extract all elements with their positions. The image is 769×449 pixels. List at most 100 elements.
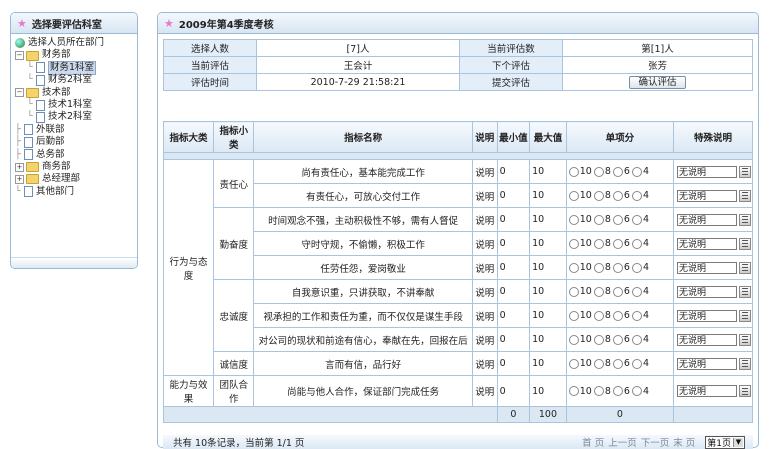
special-note-field: 无说明 — [675, 309, 751, 322]
tree-root[interactable]: 选择人员所在部门 — [15, 37, 137, 49]
score-radio[interactable]: 8 — [593, 310, 611, 321]
score-radio[interactable]: 6 — [612, 286, 630, 297]
score-radio[interactable]: 10 — [568, 386, 592, 397]
score-radio-label: 6 — [623, 262, 630, 273]
confirm-eval-button[interactable]: 确认评估 — [629, 75, 686, 89]
collapse-icon[interactable]: − — [15, 51, 24, 61]
menu-lines-icon[interactable] — [739, 285, 751, 298]
expand-icon[interactable]: + — [15, 174, 24, 184]
expand-icon[interactable]: + — [15, 162, 24, 172]
tree-node-tech-1[interactable]: └ 技术1科室 — [15, 99, 137, 111]
score-radio[interactable]: 10 — [568, 190, 592, 201]
score-radio[interactable]: 6 — [612, 310, 630, 321]
score-radio-label: 6 — [623, 385, 630, 397]
score-radio-label: 10 — [579, 334, 592, 345]
score-radio[interactable]: 6 — [612, 358, 630, 369]
score-radio[interactable]: 4 — [631, 286, 649, 297]
special-note-input[interactable]: 无说明 — [677, 309, 737, 322]
tree-node-other[interactable]: └ 其他部门 — [15, 186, 137, 198]
score-radio-label: 10 — [579, 214, 592, 225]
tree-node-logistics[interactable]: ├ 后勤部 — [15, 136, 137, 148]
indicator-name-cell: 时间观念不强，主动积极性不够，需有人督促 — [253, 207, 473, 232]
score-radio[interactable]: 4 — [631, 386, 649, 397]
tree-node-general[interactable]: ├ 总务部 — [15, 149, 137, 161]
score-radio[interactable]: 10 — [568, 214, 592, 225]
special-note-input[interactable]: 无说明 — [677, 357, 737, 370]
tree-node-tech[interactable]: − 技术部 — [15, 87, 137, 99]
special-note-input[interactable]: 无说明 — [677, 189, 737, 202]
special-note-input[interactable]: 无说明 — [677, 213, 737, 226]
score-radio[interactable]: 4 — [631, 190, 649, 201]
score-radio[interactable]: 10 — [568, 310, 592, 321]
menu-lines-icon[interactable] — [739, 237, 751, 250]
score-radio[interactable]: 10 — [568, 262, 592, 273]
tree-node-business[interactable]: + 商务部 — [15, 161, 137, 173]
tree-node-outreach[interactable]: ├ 外联部 — [15, 124, 137, 136]
menu-lines-icon[interactable] — [739, 357, 751, 370]
special-note-input[interactable]: 无说明 — [677, 165, 737, 178]
special-note-input[interactable]: 无说明 — [677, 237, 737, 250]
special-note-cell: 无说明 — [673, 351, 753, 376]
score-radio-label: 4 — [642, 166, 649, 177]
score-radio[interactable]: 8 — [593, 166, 611, 177]
menu-lines-icon[interactable] — [739, 213, 751, 226]
next-eval-label: 下个评估 — [459, 56, 563, 74]
score-radio[interactable]: 8 — [593, 358, 611, 369]
page-icon — [24, 136, 33, 148]
score-radio[interactable]: 10 — [568, 238, 592, 249]
menu-lines-icon[interactable] — [739, 261, 751, 274]
page-select[interactable]: 第1页 ▼ — [705, 435, 745, 449]
tree-node-gm[interactable]: + 总经理部 — [15, 173, 137, 185]
special-note-input[interactable]: 无说明 — [677, 385, 737, 397]
tree-node-finance-1[interactable]: └ 财务1科室 — [15, 60, 137, 76]
menu-lines-icon[interactable] — [739, 333, 751, 346]
score-radio[interactable]: 8 — [593, 386, 611, 397]
score-radio[interactable]: 8 — [593, 334, 611, 345]
first-page-link[interactable]: 首 页 — [582, 435, 604, 449]
menu-lines-icon[interactable] — [739, 189, 751, 202]
next-page-link[interactable]: 下一页 — [641, 435, 670, 449]
score-radio[interactable]: 8 — [593, 286, 611, 297]
tree-node-tech-2[interactable]: └ 技术2科室 — [15, 111, 137, 124]
score-radio[interactable]: 6 — [612, 190, 630, 201]
menu-lines-icon[interactable] — [739, 309, 751, 322]
score-radio[interactable]: 6 — [612, 238, 630, 249]
score-radio[interactable]: 4 — [631, 166, 649, 177]
special-note-input[interactable]: 无说明 — [677, 261, 737, 274]
radio-circle-icon — [612, 386, 623, 396]
subcategory-cell: 团队合作 — [213, 375, 255, 407]
last-page-link[interactable]: 末 页 — [673, 435, 695, 449]
score-radio[interactable]: 10 — [568, 334, 592, 345]
score-radio[interactable]: 4 — [631, 262, 649, 273]
score-radio[interactable]: 8 — [593, 262, 611, 273]
score-radio[interactable]: 4 — [631, 238, 649, 249]
score-radio[interactable]: 4 — [631, 334, 649, 345]
prev-page-link[interactable]: 上一页 — [608, 435, 637, 449]
tree-node-finance-2[interactable]: └ 财务2科室 — [15, 74, 137, 86]
score-radio[interactable]: 6 — [612, 385, 630, 397]
radio-circle-icon — [568, 238, 579, 249]
score-radio[interactable]: 4 — [631, 214, 649, 225]
menu-lines-icon[interactable] — [739, 385, 751, 397]
star-icon: ★ — [164, 16, 174, 30]
score-radio[interactable]: 10 — [568, 358, 592, 369]
table-row: 能力与效果 团队合作 尚能与他人合作，保证部门完成任务 说明 0 10 10 8 6 4 无说明 — [162, 375, 753, 407]
collapse-icon[interactable]: − — [15, 88, 24, 98]
score-radio[interactable]: 6 — [612, 262, 630, 273]
special-note-input[interactable]: 无说明 — [677, 285, 737, 298]
score-radio[interactable]: 6 — [612, 334, 630, 345]
menu-lines-icon[interactable] — [739, 165, 751, 178]
score-radio[interactable]: 8 — [593, 238, 611, 249]
score-radio[interactable]: 8 — [593, 214, 611, 225]
pager-nav: 首 页 上一页 下一页 末 页 第1页 ▼ — [582, 435, 753, 449]
score-radio[interactable]: 6 — [612, 214, 630, 225]
score-radio[interactable]: 10 — [568, 286, 592, 297]
score-radio-label: 8 — [604, 334, 611, 345]
score-radio[interactable]: 6 — [612, 166, 630, 177]
special-note-field: 无说明 — [675, 165, 751, 178]
score-radio[interactable]: 4 — [631, 358, 649, 369]
score-radio[interactable]: 4 — [631, 310, 649, 321]
special-note-input[interactable]: 无说明 — [677, 333, 737, 346]
score-radio[interactable]: 8 — [593, 190, 611, 201]
score-radio[interactable]: 10 — [568, 166, 592, 177]
